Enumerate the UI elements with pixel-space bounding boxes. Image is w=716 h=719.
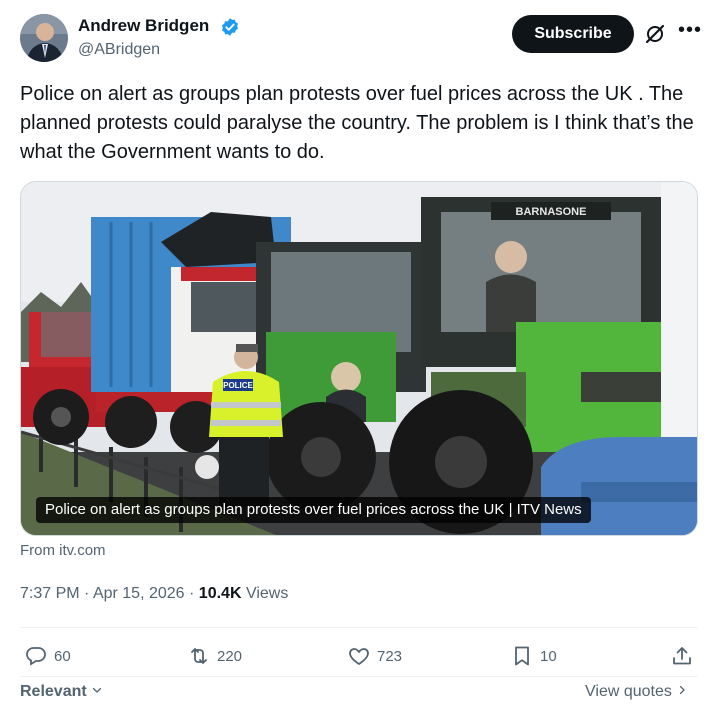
tweet-time[interactable]: 7:37 PM bbox=[20, 585, 80, 602]
view-quotes-label: View quotes bbox=[585, 683, 672, 700]
bookmark-button[interactable]: 10 bbox=[510, 644, 557, 668]
view-quotes-link[interactable]: View quotes bbox=[585, 683, 688, 701]
meta-separator: · bbox=[189, 585, 195, 602]
author-name[interactable]: Andrew Bridgen bbox=[78, 16, 209, 36]
tractor-protest-photo: POLICE BARNASONE bbox=[21, 182, 697, 535]
source-link[interactable]: From itv.com bbox=[20, 542, 106, 559]
views-label: Views bbox=[245, 585, 289, 602]
divider bbox=[20, 676, 698, 677]
like-count: 723 bbox=[377, 647, 403, 665]
sort-dropdown[interactable]: Relevant bbox=[20, 683, 103, 701]
repost-icon bbox=[191, 648, 207, 664]
share-icon[interactable] bbox=[670, 644, 694, 668]
reply-icon bbox=[26, 647, 46, 666]
like-button[interactable]: 723 bbox=[347, 644, 402, 668]
tweet-text: Police on alert as groups plan protests … bbox=[20, 83, 694, 163]
reply-count: 60 bbox=[54, 647, 71, 665]
views-count: 10.4K bbox=[198, 585, 242, 602]
subscribe-button[interactable]: Subscribe bbox=[512, 15, 634, 53]
divider bbox=[20, 627, 698, 628]
tweet-date[interactable]: Apr 15, 2026 bbox=[93, 585, 185, 602]
media-card[interactable]: POLICE BARNASONE bbox=[20, 181, 698, 536]
police-label: POLICE bbox=[223, 381, 253, 390]
meta-separator: · bbox=[84, 585, 90, 602]
sort-label: Relevant bbox=[20, 683, 87, 700]
avatar[interactable] bbox=[20, 14, 68, 62]
chevron-right-icon bbox=[680, 685, 685, 695]
heart-icon bbox=[349, 648, 369, 666]
tractor-brand-label: BARNASONE bbox=[516, 206, 587, 218]
grok-icon[interactable] bbox=[643, 22, 667, 46]
chevron-down-icon bbox=[93, 687, 102, 693]
more-options-icon[interactable]: ••• bbox=[678, 20, 701, 44]
media-caption[interactable]: Police on alert as groups plan protests … bbox=[36, 497, 591, 523]
verified-badge-icon bbox=[220, 17, 240, 37]
bookmark-icon bbox=[515, 646, 529, 666]
repost-count: 220 bbox=[217, 647, 243, 665]
bookmark-count: 10 bbox=[540, 647, 557, 665]
tweet-meta: 7:37 PM · Apr 15, 2026 · 10.4K Views bbox=[20, 585, 288, 603]
reply-button[interactable]: 60 bbox=[24, 644, 71, 668]
author-handle[interactable]: @ABridgen bbox=[78, 41, 160, 59]
repost-button[interactable]: 220 bbox=[187, 644, 242, 668]
